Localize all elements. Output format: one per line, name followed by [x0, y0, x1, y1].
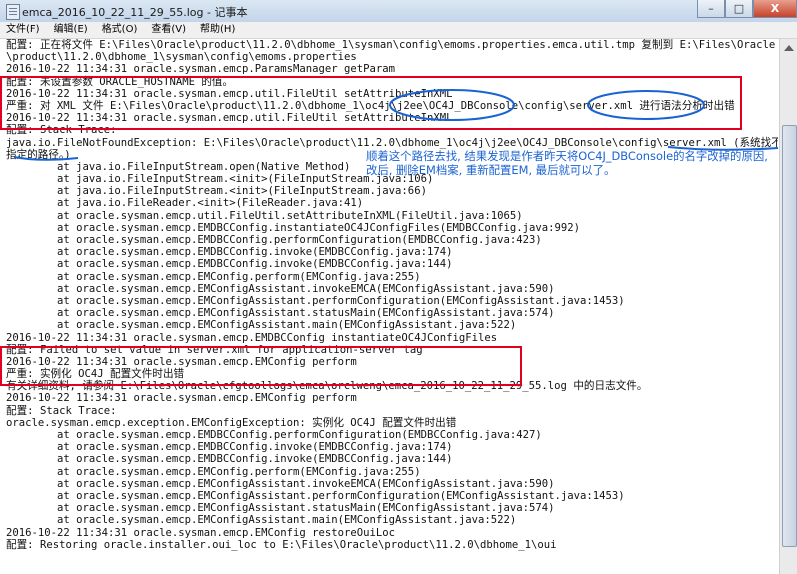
notepad-icon — [6, 4, 20, 20]
highlight-box-xml-error — [0, 76, 742, 130]
minimize-button[interactable]: – — [697, 0, 725, 18]
log-line: \product\11.2.0\dbhome_1\sysman\config\e… — [6, 51, 357, 64]
log-line: at oracle.sysman.emcp.EMDBCConfig.instan… — [6, 221, 581, 234]
log-line: at oracle.sysman.emcp.EMDBCConfig.perfor… — [6, 234, 542, 246]
log-line: 2016-10-22 11:34:31 oracle.sysman.emcp.E… — [6, 526, 396, 539]
close-button[interactable]: X — [753, 0, 797, 18]
log-line: 2016-10-22 11:34:31 oracle.sysman.emcp.P… — [6, 63, 396, 76]
log-line: at oracle.sysman.emcp.EMConfigAssistant.… — [6, 319, 517, 332]
log-line: 2016-10-22 11:34:31 oracle.sysman.emcp.E… — [6, 392, 357, 405]
log-line: at oracle.sysman.emcp.util.FileUtil.setA… — [6, 209, 523, 222]
log-line: 配置: Stack Trace: — [6, 404, 117, 417]
log-line: oracle.sysman.emcp.exception.EMConfigExc… — [6, 416, 457, 429]
log-line: at oracle.sysman.emcp.EMConfigAssistant.… — [6, 514, 517, 527]
menu-edit[interactable]: 编辑(E) — [48, 22, 96, 38]
log-line: 配置: Restoring oracle.installer.oui_loc t… — [6, 538, 557, 551]
maximize-button[interactable]: □ — [725, 0, 753, 18]
log-line: 配置: 正在将文件 E:\Files\Oracle\product\11.2.0… — [6, 39, 776, 51]
scroll-thumb[interactable] — [782, 125, 797, 547]
log-line: at oracle.sysman.emcp.EMDBCConfig.perfor… — [6, 429, 542, 441]
log-line: at oracle.sysman.emcp.EMConfig.perform(E… — [6, 465, 421, 478]
log-line: at oracle.sysman.emcp.EMDBCConfig.invoke… — [6, 453, 453, 466]
highlight-box-server-tag — [0, 346, 522, 386]
log-line: at oracle.sysman.emcp.EMConfigAssistant.… — [6, 489, 625, 502]
title-bar: emca_2016_10_22_11_29_55.log - 记事本 – □ X — [0, 0, 797, 23]
log-line: 2016-10-22 11:34:31 oracle.sysman.emcp.E… — [6, 331, 498, 344]
log-line: at oracle.sysman.emcp.EMConfigAssistant.… — [6, 282, 555, 295]
log-line: java.io.FileNotFoundException: E:\Files\… — [6, 136, 778, 149]
menu-bar: 文件(F) 编辑(E) 格式(O) 查看(V) 帮助(H) — [0, 22, 797, 39]
menu-format[interactable]: 格式(O) — [96, 22, 146, 38]
log-line: at oracle.sysman.emcp.EMConfigAssistant.… — [6, 502, 555, 515]
window-controls: – □ X — [697, 0, 797, 18]
log-line: at oracle.sysman.emcp.EMConfigAssistant.… — [6, 294, 625, 307]
window-title: emca_2016_10_22_11_29_55.log - 记事本 — [22, 6, 248, 19]
log-line: at oracle.sysman.emcp.EMConfigAssistant.… — [6, 477, 555, 490]
handwritten-annotation: 顺着这个路径去找, 结果发现是作者昨天将OC4J_DBConsole的名字改掉的… — [366, 149, 768, 177]
log-line: at oracle.sysman.emcp.EMDBCConfig.invoke… — [6, 441, 453, 454]
menu-help[interactable]: 帮助(H) — [194, 22, 243, 38]
log-line: at oracle.sysman.emcp.EMDBCConfig.invoke… — [6, 258, 453, 271]
log-line: at java.io.FileReader.<init>(FileReader.… — [6, 197, 364, 210]
menu-file[interactable]: 文件(F) — [0, 22, 48, 38]
log-line: at java.io.FileInputStream.<init>(FileIn… — [6, 185, 427, 198]
vertical-scrollbar[interactable] — [779, 39, 797, 574]
log-line: at oracle.sysman.emcp.EMConfigAssistant.… — [6, 307, 555, 320]
log-line: at oracle.sysman.emcp.EMConfig.perform(E… — [6, 270, 421, 283]
menu-view[interactable]: 查看(V) — [145, 22, 194, 38]
scroll-up-icon[interactable] — [784, 45, 794, 51]
log-line: at oracle.sysman.emcp.EMDBCConfig.invoke… — [6, 246, 453, 259]
